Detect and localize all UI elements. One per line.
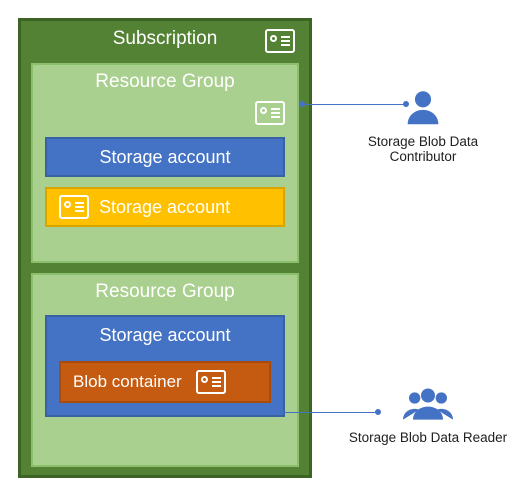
user-icon: [400, 84, 446, 130]
storage-account-2-label: Storage account: [99, 197, 230, 218]
diagram-stage: Subscription Resource Group Storage acco…: [12, 12, 518, 489]
actor-reader-label: Storage Blob Data Reader: [344, 430, 512, 445]
subscription-container: Subscription Resource Group Storage acco…: [18, 18, 312, 478]
storage-account-1-label: Storage account: [99, 147, 230, 168]
id-badge-icon: [196, 370, 226, 394]
actor-reader: Storage Blob Data Reader: [344, 380, 512, 445]
resource-group-1-title: Resource Group: [45, 69, 285, 99]
storage-account-3: Storage account Blob container: [45, 315, 285, 417]
id-badge-icon: [59, 195, 89, 219]
id-badge-icon: [265, 29, 295, 53]
subscription-header: Subscription: [31, 25, 299, 57]
id-badge-icon: [255, 101, 285, 125]
resource-group-2: Resource Group Storage account Blob cont…: [31, 273, 299, 467]
actor-contributor: Storage Blob Data Contributor: [334, 84, 512, 164]
actor-contributor-label: Storage Blob Data Contributor: [334, 134, 512, 164]
storage-account-2: Storage account: [45, 187, 285, 227]
resource-group-2-title: Resource Group: [45, 279, 285, 309]
storage-account-1: Storage account: [45, 137, 285, 177]
users-group-icon: [398, 380, 458, 426]
subscription-title: Subscription: [113, 28, 218, 49]
blob-container: Blob container: [59, 361, 271, 403]
storage-account-3-label: Storage account: [59, 323, 271, 351]
blob-container-label: Blob container: [73, 372, 182, 392]
resource-group-1: Resource Group Storage account Storage a…: [31, 63, 299, 263]
